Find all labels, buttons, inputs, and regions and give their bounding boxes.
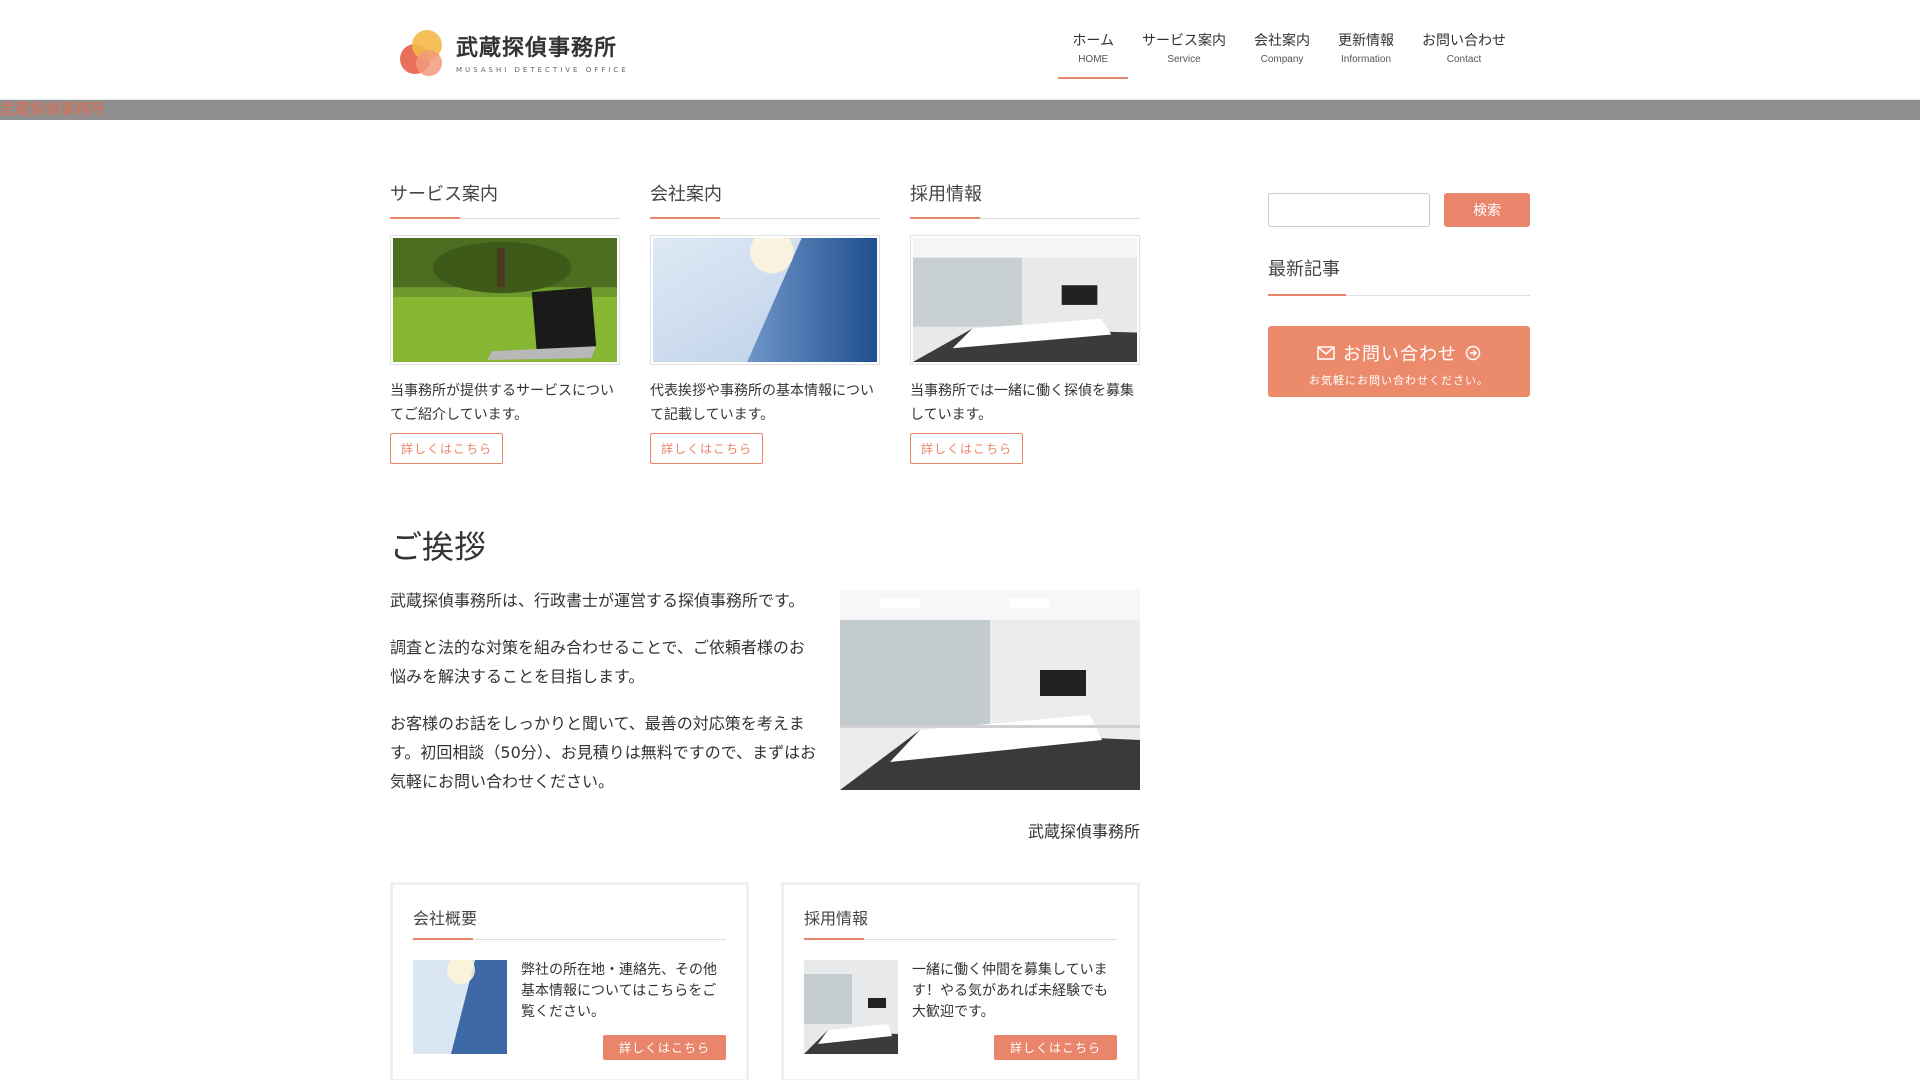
nav-item-information[interactable]: 更新情報 Information [1324, 30, 1408, 79]
box-text: 弊社の所在地・連絡先、その他基本情報についてはこちらをご覧ください。 [521, 962, 717, 1020]
hero-image-alt-text: 武蔵探偵事務所 [0, 100, 106, 118]
greeting-signature: 武蔵探偵事務所 [1027, 822, 1140, 841]
info-boxes: 会社概要 弊社の所在地・連絡先、その他基本情報についてはこちらをご覧ください。 … [390, 882, 1140, 1080]
box-thumbnail-meeting-room[interactable] [804, 960, 898, 1054]
main-content: サービス案内 当事務所が提供するサービスについてご紹介しています。 詳しくはこち… [390, 180, 1140, 1080]
greeting-text: 武蔵探偵事務所は、行政書士が運営する探偵事務所です。 調査と法的な対策を組み合わ… [390, 586, 820, 814]
box-title: 会社概要 [413, 905, 726, 940]
card-service: サービス案内 当事務所が提供するサービスについてご紹介しています。 詳しくはこち… [390, 180, 620, 464]
nav-label: ホーム [1072, 33, 1114, 49]
hero-image-broken: 武蔵探偵事務所 [0, 100, 1920, 120]
nav-sublabel: Information [1340, 54, 1392, 65]
arrow-circle-right-icon [1465, 345, 1481, 361]
greeting-paragraph: 調査と法的な対策を組み合わせることで、ご依頼者様のお悩みを解決することを目指しま… [390, 638, 805, 686]
contact-button-label: お問い合わせ [1343, 344, 1457, 365]
mail-icon [1317, 346, 1335, 360]
site-header: 武蔵探偵事務所 MUSASHI DETECTIVE OFFICE ホーム HOM… [0, 0, 1920, 100]
search-button[interactable]: 検索 [1444, 193, 1530, 227]
box-recruit: 採用情報 一緒に働く仲間を募集しています！やる気があれば未経験でも大歓迎です。 … [781, 882, 1140, 1080]
card-title: 会社案内 [650, 180, 880, 219]
box-text: 一緒に働く仲間を募集しています！やる気があれば未経験でも大歓迎です。 [912, 962, 1108, 1020]
card-description: 当事務所が提供するサービスについてご紹介しています。 [390, 383, 614, 423]
card-company: 会社案内 代表挨拶や事務所の基本情報について記載しています。 詳しくはこちら [650, 180, 880, 464]
contact-button-sublabel: お気軽にお問い合わせください。 [1309, 374, 1489, 387]
recent-posts-title: 最新記事 [1268, 255, 1530, 296]
card-image-meeting-room[interactable] [910, 235, 1140, 365]
search-form: 検索 [1268, 193, 1530, 227]
box-thumbnail-building[interactable] [413, 956, 507, 1054]
card-image-building[interactable] [650, 230, 880, 365]
nav-item-service[interactable]: サービス案内 Service [1128, 30, 1240, 79]
box-detail-button[interactable]: 詳しくはこちら [602, 1035, 726, 1060]
nav-label: サービス案内 [1142, 33, 1226, 49]
card-detail-button[interactable]: 詳しくはこちら [910, 433, 1024, 464]
card-title: サービス案内 [390, 180, 620, 219]
box-detail-button[interactable]: 詳しくはこちら [993, 1035, 1117, 1060]
nav-sublabel: Company [1260, 54, 1304, 65]
greeting-paragraph: お客様のお話をしっかりと聞いて、最善の対応策を考えます。初回相談（50分）、お見… [390, 714, 817, 791]
card-recruit: 採用情報 当事務所では一緒に働く探偵を募集しています。 詳しくはこちら [910, 180, 1140, 464]
sidebar: 検索 最新記事 お問い合わせ お気軽にお問い合わせください。 [1268, 193, 1530, 397]
logo-title: 武蔵探偵事務所 [456, 36, 618, 61]
greeting-section: ご挨拶 武蔵探偵事務所は、行政書士が運営する探偵事務所です。 調査と法的な対策を… [390, 522, 1140, 842]
card-detail-button[interactable]: 詳しくはこちら [650, 433, 764, 464]
nav-label: 更新情報 [1338, 33, 1394, 49]
card-image-laptop[interactable] [390, 235, 620, 365]
logo-mark-icon [398, 28, 446, 76]
greeting-image-meeting-room [840, 590, 1140, 790]
logo-subtitle: MUSASHI DETECTIVE OFFICE [456, 66, 629, 74]
feature-cards: サービス案内 当事務所が提供するサービスについてご紹介しています。 詳しくはこち… [390, 180, 1140, 464]
box-company-overview: 会社概要 弊社の所在地・連絡先、その他基本情報についてはこちらをご覧ください。 … [390, 882, 749, 1080]
search-input[interactable] [1268, 193, 1431, 227]
card-description: 代表挨拶や事務所の基本情報について記載しています。 [650, 383, 874, 423]
contact-button[interactable]: お問い合わせ お気軽にお問い合わせください。 [1268, 326, 1530, 397]
site-logo[interactable]: 武蔵探偵事務所 MUSASHI DETECTIVE OFFICE [398, 28, 629, 76]
nav-item-contact[interactable]: お問い合わせ Contact [1408, 30, 1520, 79]
card-detail-button[interactable]: 詳しくはこちら [390, 433, 504, 464]
greeting-title: ご挨拶 [390, 528, 487, 566]
nav-item-company[interactable]: 会社案内 Company [1240, 30, 1324, 79]
nav-label: 会社案内 [1254, 33, 1310, 49]
box-title: 採用情報 [804, 905, 1117, 940]
nav-sublabel: Service [1167, 54, 1201, 65]
nav-label: お問い合わせ [1422, 33, 1506, 49]
card-description: 当事務所では一緒に働く探偵を募集しています。 [910, 383, 1134, 423]
nav-sublabel: Contact [1446, 54, 1482, 65]
nav-sublabel: HOME [1078, 54, 1109, 65]
main-nav: ホーム HOME サービス案内 Service 会社案内 Company 更新情… [1058, 30, 1520, 79]
greeting-paragraph: 武蔵探偵事務所は、行政書士が運営する探偵事務所です。 [390, 591, 805, 610]
card-title: 採用情報 [910, 180, 1140, 219]
nav-item-home[interactable]: ホーム HOME [1058, 30, 1128, 79]
